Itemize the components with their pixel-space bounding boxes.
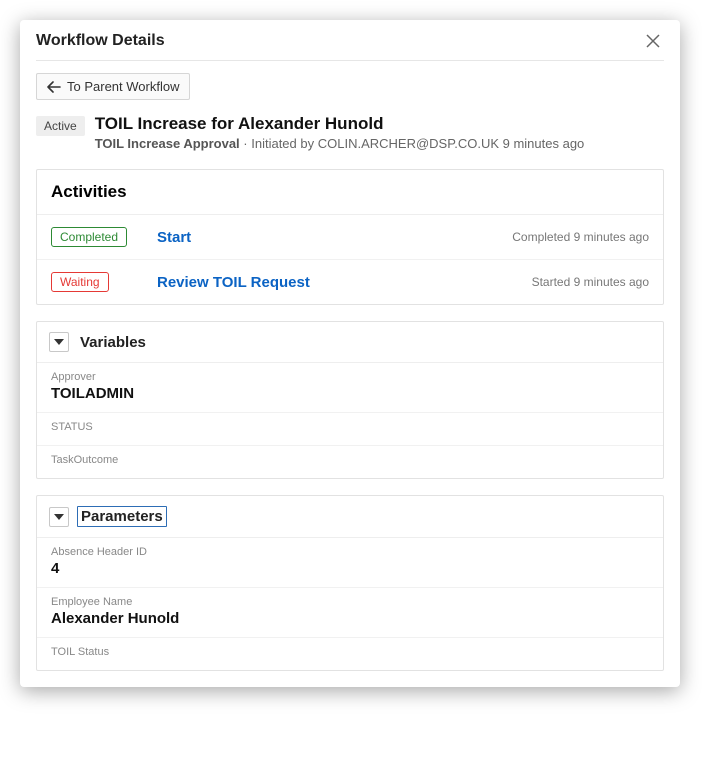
modal-content: To Parent Workflow Active TOIL Increase …: [20, 61, 680, 687]
to-parent-workflow-label: To Parent Workflow: [67, 79, 179, 94]
workflow-details-modal: Workflow Details To Parent Workflow Acti…: [20, 20, 680, 687]
variable-row: STATUS: [37, 413, 663, 446]
parameter-row: Absence Header ID 4: [37, 538, 663, 588]
activities-panel: Activities Completed Start Completed 9 m…: [36, 169, 664, 305]
activity-link-start[interactable]: Start: [157, 229, 498, 246]
initiated-by: COLIN.ARCHER@DSP.CO.UK: [318, 136, 499, 151]
activity-row: Waiting Review TOIL Request Started 9 mi…: [37, 260, 663, 304]
variable-row: TaskOutcome: [37, 446, 663, 478]
parameter-row: Employee Name Alexander Hunold: [37, 588, 663, 638]
parameters-section: Parameters Absence Header ID 4 Employee …: [36, 495, 664, 671]
parameter-value: Alexander Hunold: [51, 610, 649, 627]
variable-row: Approver TOILADMIN: [37, 363, 663, 413]
modal-header: Workflow Details: [20, 20, 680, 60]
parameter-label: Employee Name: [51, 596, 649, 608]
close-icon: [646, 34, 660, 48]
variables-toggle-button[interactable]: [49, 332, 69, 352]
initiated-when: 9 minutes ago: [499, 136, 584, 151]
workflow-subtitle-name: TOIL Increase Approval: [95, 136, 240, 151]
workflow-title: TOIL Increase for Alexander Hunold: [95, 114, 585, 134]
chevron-down-icon: [54, 338, 64, 346]
parameter-label: TOIL Status: [51, 646, 649, 658]
workflow-status-badge: Active: [36, 116, 85, 136]
close-button[interactable]: [642, 30, 664, 52]
variable-label: STATUS: [51, 421, 649, 433]
activity-row: Completed Start Completed 9 minutes ago: [37, 215, 663, 260]
parameters-toggle-button[interactable]: [49, 507, 69, 527]
activities-heading: Activities: [37, 170, 663, 215]
workflow-subtitle: TOIL Increase Approval · Initiated by CO…: [95, 136, 585, 151]
parameter-value: 4: [51, 560, 649, 577]
variable-label: Approver: [51, 371, 649, 383]
workflow-header-text: TOIL Increase for Alexander Hunold TOIL …: [95, 114, 585, 151]
variables-header: Variables: [37, 322, 663, 363]
parameter-label: Absence Header ID: [51, 546, 649, 558]
variable-value: TOILADMIN: [51, 385, 649, 402]
activity-meta: Completed 9 minutes ago: [512, 230, 649, 244]
arrow-left-icon: [47, 81, 61, 93]
parameters-header: Parameters: [37, 496, 663, 538]
variable-label: TaskOutcome: [51, 454, 649, 466]
chevron-down-icon: [54, 513, 64, 521]
workflow-header: Active TOIL Increase for Alexander Hunol…: [36, 114, 664, 151]
variables-title: Variables: [77, 333, 149, 352]
activity-meta: Started 9 minutes ago: [532, 275, 649, 289]
to-parent-workflow-button[interactable]: To Parent Workflow: [36, 73, 190, 100]
activity-status-col: Completed: [51, 227, 143, 247]
activity-status-col: Waiting: [51, 272, 143, 292]
status-badge-completed: Completed: [51, 227, 127, 247]
activity-link-review[interactable]: Review TOIL Request: [157, 274, 518, 291]
modal-title: Workflow Details: [36, 32, 165, 50]
initiated-prefix: Initiated by: [251, 136, 318, 151]
workflow-subtitle-sep: ·: [240, 136, 252, 151]
parameter-row: TOIL Status: [37, 638, 663, 670]
status-badge-waiting: Waiting: [51, 272, 109, 292]
variables-section: Variables Approver TOILADMIN STATUS Task…: [36, 321, 664, 479]
parameters-title: Parameters: [77, 506, 167, 527]
